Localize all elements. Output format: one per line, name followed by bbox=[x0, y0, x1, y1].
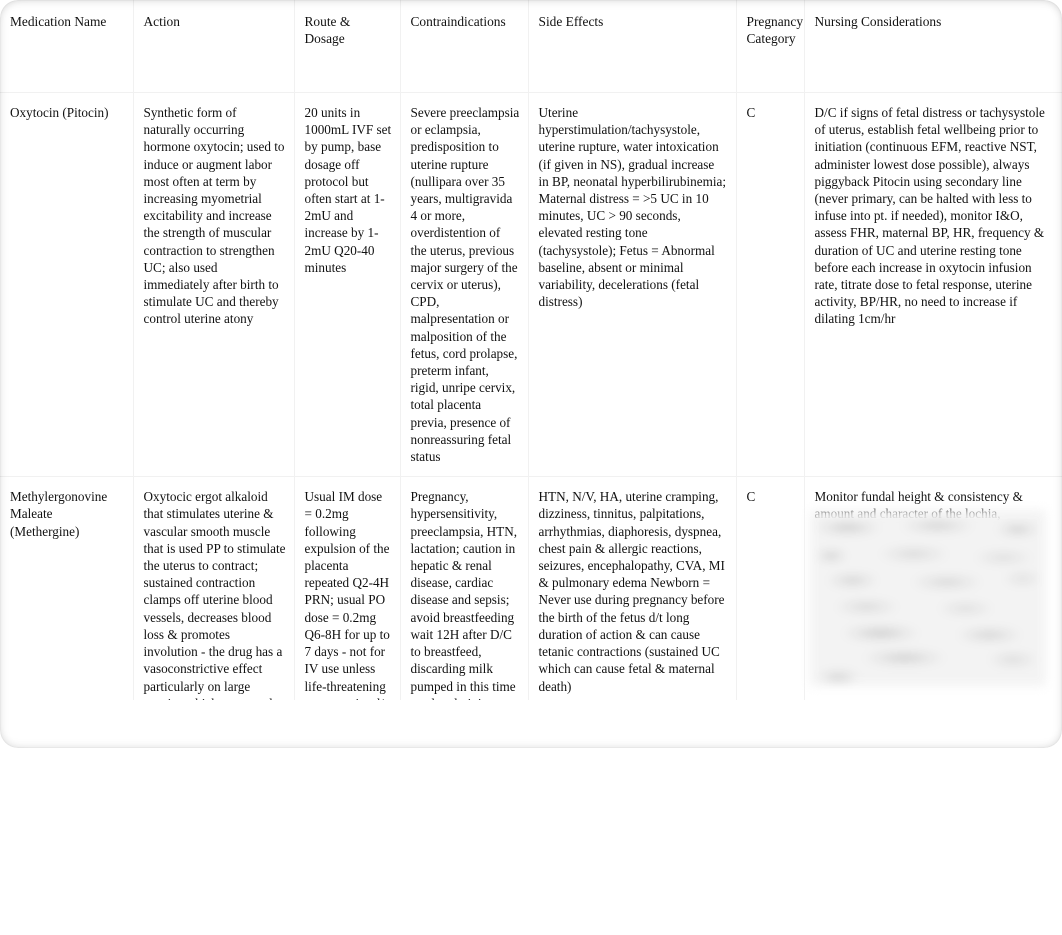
side-effects-text: HTN, N/V, HA, uterine cramping, dizzines… bbox=[538, 489, 729, 694]
route-dosage-text: Usual IM dose = 0.2mg following expulsio… bbox=[304, 489, 390, 700]
column-header-contraindications: Contraindications bbox=[400, 0, 529, 93]
pregnancy-category-text: C bbox=[746, 105, 756, 120]
table-row: Oxytocin (Pitocin) Synthetic form of nat… bbox=[0, 91, 1062, 477]
cell-pregnancy-category: C bbox=[736, 91, 805, 477]
nursing-considerations-text: D/C if signs of fetal distress or tachys… bbox=[814, 105, 1049, 327]
nursing-considerations-text: Monitor fundal height & consistency & am… bbox=[814, 489, 1027, 522]
column-header-side-effects: Side Effects bbox=[528, 0, 737, 93]
cell-medication-name: Oxytocin (Pitocin) bbox=[0, 91, 134, 477]
action-text: Oxytocic ergot alkaloid that stimulates … bbox=[143, 489, 286, 700]
cell-contraindications: Severe preeclampsia or eclampsia, predis… bbox=[400, 91, 529, 477]
column-header-pregnancy-category: Pregnancy Category bbox=[736, 0, 805, 93]
contraindications-text: Severe preeclampsia or eclampsia, predis… bbox=[410, 105, 523, 465]
cell-action: Synthetic form of naturally occurring ho… bbox=[133, 91, 295, 477]
cell-contraindications: Pregnancy, hypersensitivity, preeclampsi… bbox=[400, 476, 529, 700]
column-header-route-dosage: Route & Dosage bbox=[294, 0, 401, 93]
cell-route-dosage: Usual IM dose = 0.2mg following expulsio… bbox=[294, 476, 401, 700]
cell-medication-name: Methylergonovine Maleate (Methergine) bbox=[0, 476, 134, 700]
column-header-nursing-considerations: Nursing Considerations bbox=[814, 14, 942, 29]
route-dosage-text: 20 units in 1000mL IVF set by pump, base… bbox=[304, 105, 395, 275]
side-effects-text: Uterine hyperstimulation/tachysystole, u… bbox=[538, 105, 730, 310]
cell-side-effects: Uterine hyperstimulation/tachysystole, u… bbox=[528, 91, 737, 477]
medication-name-text: Oxytocin (Pitocin) bbox=[10, 105, 109, 120]
cell-action: Oxytocic ergot alkaloid that stimulates … bbox=[133, 476, 295, 700]
table-header-row: Medication Name Action Route & Dosage Co… bbox=[0, 0, 1062, 93]
column-header-action: Action bbox=[133, 0, 295, 93]
cell-route-dosage: 20 units in 1000mL IVF set by pump, base… bbox=[294, 91, 401, 477]
cell-pregnancy-category: C bbox=[736, 476, 805, 700]
medication-reference-table: Medication Name Action Route & Dosage Co… bbox=[0, 0, 1062, 700]
contraindications-text: Pregnancy, hypersensitivity, preeclampsi… bbox=[410, 489, 518, 700]
page-blank-area bbox=[0, 748, 1062, 935]
cell-nursing-considerations: Monitor fundal height & consistency & am… bbox=[804, 476, 1062, 700]
cell-side-effects: HTN, N/V, HA, uterine cramping, dizzines… bbox=[528, 476, 737, 700]
pregnancy-category-text: C bbox=[746, 489, 756, 505]
medication-name-text: Methylergonovine Maleate (Methergine) bbox=[10, 489, 111, 539]
cell-nursing-considerations: D/C if signs of fetal distress or tachys… bbox=[804, 91, 1062, 477]
table-clip-window: Medication Name Action Route & Dosage Co… bbox=[0, 0, 1062, 700]
table-row: Methylergonovine Maleate (Methergine) Ox… bbox=[0, 476, 1062, 700]
document-table-card: Medication Name Action Route & Dosage Co… bbox=[0, 0, 1062, 748]
column-header-medication-name: Medication Name bbox=[0, 0, 134, 93]
action-text: Synthetic form of naturally occurring ho… bbox=[143, 105, 288, 327]
